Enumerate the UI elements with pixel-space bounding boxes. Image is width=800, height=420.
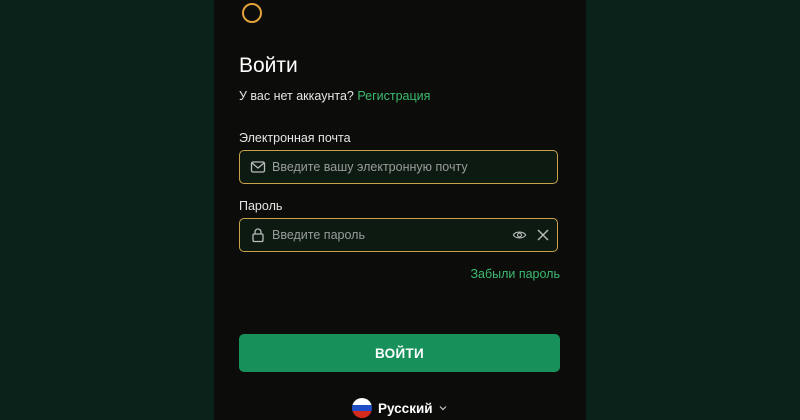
- email-input[interactable]: [272, 151, 502, 183]
- forgot-password-link[interactable]: Забыли пароль: [470, 266, 560, 282]
- lock-icon: [252, 228, 264, 243]
- signup-link[interactable]: Регистрация: [357, 89, 430, 103]
- password-input[interactable]: [272, 219, 502, 251]
- language-label: Русский: [378, 400, 433, 416]
- mail-icon: [250, 161, 266, 173]
- password-field-box[interactable]: [239, 218, 558, 252]
- language-selector[interactable]: Русский: [352, 398, 447, 418]
- russia-flag-icon: [352, 398, 372, 418]
- chevron-down-icon: [439, 406, 446, 411]
- no-account-text: У вас нет аккаунта?: [239, 89, 354, 103]
- eye-icon[interactable]: [512, 228, 527, 242]
- email-label: Электронная почта: [239, 131, 351, 145]
- page-title: Войти: [239, 54, 298, 77]
- email-field-box[interactable]: [239, 150, 558, 184]
- logo-ring-icon: [242, 3, 262, 23]
- close-icon[interactable]: [536, 228, 550, 242]
- signup-prompt: У вас нет аккаунта? Регистрация: [239, 88, 430, 104]
- login-button[interactable]: ВОЙТИ: [239, 334, 560, 372]
- password-label: Пароль: [239, 199, 283, 213]
- login-page: Войти У вас нет аккаунта? Регистрация Эл…: [0, 0, 800, 420]
